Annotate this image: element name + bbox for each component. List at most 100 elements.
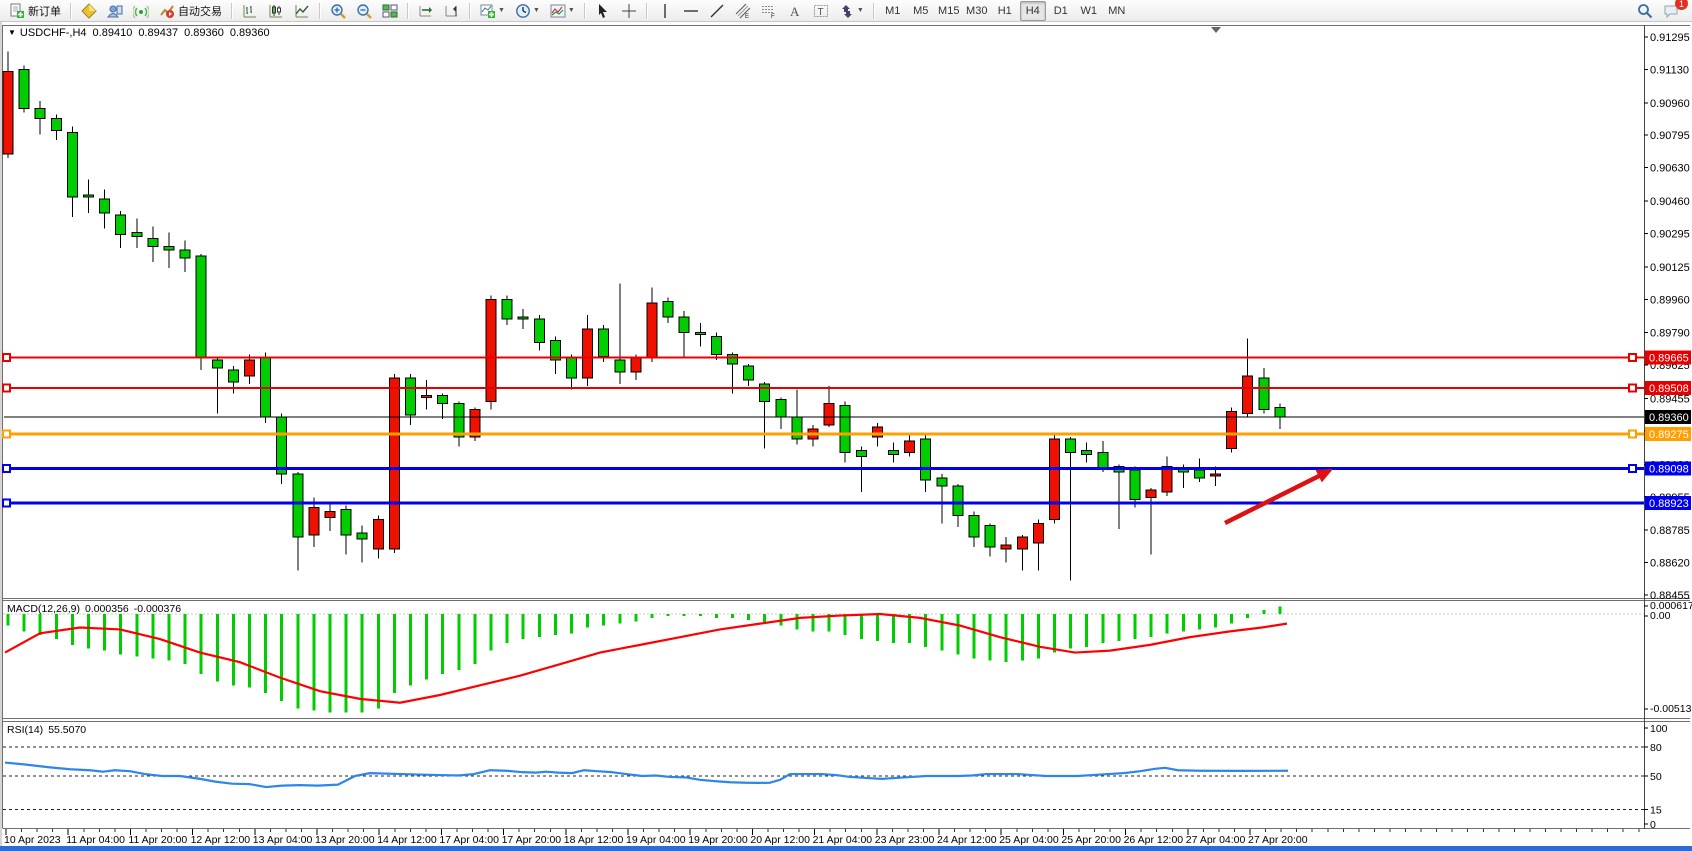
separator xyxy=(231,3,233,19)
low-value: 0.89360 xyxy=(184,27,224,39)
rsi-name: RSI(14) xyxy=(7,724,43,736)
mt4-terminal: 新订单 自动交易 xyxy=(0,0,1692,851)
market-watch-icon xyxy=(107,3,123,19)
chat-button[interactable]: 1 xyxy=(1659,0,1683,21)
bar-chart-button[interactable] xyxy=(238,0,262,21)
svg-text:E: E xyxy=(745,14,749,19)
arrows-icon xyxy=(839,3,855,19)
svg-text:0.90630: 0.90630 xyxy=(1650,163,1690,175)
search-button[interactable] xyxy=(1633,0,1657,21)
trendline-button[interactable] xyxy=(705,0,729,21)
time-axis[interactable]: 10 Apr 202311 Apr 04:0011 Apr 20:0012 Ap… xyxy=(4,829,1639,846)
svg-text:0: 0 xyxy=(1650,819,1656,831)
tab-timeframe-D1[interactable]: D1 xyxy=(1048,1,1074,21)
symbol-period: USDCHF-,H4 xyxy=(20,27,87,39)
vertical-line-icon xyxy=(657,3,673,19)
signal-icon xyxy=(133,3,149,19)
svg-text:23 Apr 23:00: 23 Apr 23:00 xyxy=(875,834,935,846)
svg-text:0.88785: 0.88785 xyxy=(1650,525,1690,537)
text-button[interactable]: A xyxy=(783,0,807,21)
svg-text:25 Apr 04:00: 25 Apr 04:00 xyxy=(999,834,1059,846)
svg-text:17 Apr 20:00: 17 Apr 20:00 xyxy=(502,834,562,846)
svg-text:80: 80 xyxy=(1650,742,1662,754)
cursor-icon xyxy=(595,3,611,19)
candlestick-chart-button[interactable] xyxy=(264,0,288,21)
candle xyxy=(470,407,480,440)
separator xyxy=(469,3,471,19)
indicators-button[interactable]: ▼ xyxy=(476,0,509,21)
chart-shift-button[interactable] xyxy=(440,0,464,21)
svg-text:F: F xyxy=(771,14,775,19)
market-watch-button[interactable] xyxy=(103,0,127,21)
new-order-button[interactable]: 新订单 xyxy=(5,0,65,21)
toolbar: 新订单 自动交易 xyxy=(0,0,1692,22)
tab-timeframe-H1[interactable]: H1 xyxy=(992,1,1018,21)
horizontal-line-icon xyxy=(683,3,699,19)
svg-text:-0.005133: -0.005133 xyxy=(1650,703,1692,715)
text-icon: A xyxy=(787,3,803,19)
auto-arrange-button[interactable] xyxy=(414,0,438,21)
tab-timeframe-M30[interactable]: M30 xyxy=(964,1,990,21)
svg-text:100: 100 xyxy=(1650,723,1668,735)
vertical-line-button[interactable] xyxy=(653,0,677,21)
svg-text:11 Apr 20:00: 11 Apr 20:00 xyxy=(128,834,187,846)
rsi-scale[interactable]: 1008050150 xyxy=(1644,723,1668,831)
chat-badge: 1 xyxy=(1675,0,1688,10)
tab-timeframe-M15[interactable]: M15 xyxy=(936,1,962,21)
metaeditor-button[interactable] xyxy=(77,0,101,21)
arrows-button[interactable]: ▼ xyxy=(835,0,868,21)
svg-text:0.89360: 0.89360 xyxy=(1649,412,1689,424)
autotrading-button[interactable]: 自动交易 xyxy=(155,0,226,21)
equidistant-channel-button[interactable]: E xyxy=(731,0,755,21)
fibonacci-button[interactable]: F xyxy=(757,0,781,21)
horizontal-line-button[interactable] xyxy=(679,0,703,21)
zoom-in-button[interactable] xyxy=(326,0,350,21)
tile-windows-button[interactable] xyxy=(378,0,402,21)
fibonacci-icon: F xyxy=(761,3,777,19)
rsi-label: RSI(14)55.5070 xyxy=(7,724,91,736)
svg-text:19 Apr 20:00: 19 Apr 20:00 xyxy=(688,834,748,846)
svg-text:0.89455: 0.89455 xyxy=(1650,394,1690,406)
candle xyxy=(277,413,287,484)
tab-timeframe-H4[interactable]: H4 xyxy=(1020,1,1046,21)
svg-text:25 Apr 20:00: 25 Apr 20:00 xyxy=(1061,834,1121,846)
svg-text:12 Apr 12:00: 12 Apr 12:00 xyxy=(191,834,251,846)
svg-text:17 Apr 04:00: 17 Apr 04:00 xyxy=(439,834,499,846)
zoom-out-button[interactable] xyxy=(352,0,376,21)
tab-timeframe-M5[interactable]: M5 xyxy=(908,1,934,21)
open-value: 0.89410 xyxy=(93,27,133,39)
search-icon xyxy=(1637,3,1653,19)
zoom-in-icon xyxy=(330,3,346,19)
periods-button[interactable]: ▼ xyxy=(511,0,544,21)
svg-text:0.00: 0.00 xyxy=(1650,610,1671,622)
tab-timeframe-MN[interactable]: MN xyxy=(1104,1,1130,21)
svg-text:0.88923: 0.88923 xyxy=(1649,498,1689,510)
candle xyxy=(196,254,206,370)
svg-text:14 Apr 12:00: 14 Apr 12:00 xyxy=(377,834,437,846)
periods-clock-icon xyxy=(515,3,531,19)
signal-button[interactable] xyxy=(129,0,153,21)
tab-timeframe-W1[interactable]: W1 xyxy=(1076,1,1102,21)
new-order-icon xyxy=(9,3,25,19)
templates-button[interactable]: ▼ xyxy=(546,0,579,21)
svg-text:0.89508: 0.89508 xyxy=(1649,383,1689,395)
svg-text:20 Apr 12:00: 20 Apr 12:00 xyxy=(750,834,810,846)
zoom-out-icon xyxy=(356,3,372,19)
trendline-icon xyxy=(709,3,725,19)
text-label-button[interactable]: T xyxy=(809,0,833,21)
line-chart-button[interactable] xyxy=(290,0,314,21)
cursor-button[interactable] xyxy=(591,0,615,21)
candle xyxy=(19,65,29,112)
close-value: 0.89360 xyxy=(230,27,270,39)
price-axis[interactable]: 0.912950.911300.909600.907950.906300.904… xyxy=(1644,32,1690,602)
tile-windows-icon xyxy=(382,3,398,19)
svg-text:13 Apr 20:00: 13 Apr 20:00 xyxy=(315,834,375,846)
chart-shift-icon xyxy=(444,3,460,19)
svg-text:50: 50 xyxy=(1650,771,1662,783)
tab-timeframe-M1[interactable]: M1 xyxy=(880,1,906,21)
separator xyxy=(646,3,648,19)
svg-text:0.89665: 0.89665 xyxy=(1649,352,1689,364)
crosshair-button[interactable] xyxy=(617,0,641,21)
macd-scale[interactable]: 0.0006170.00-0.005133 xyxy=(1644,600,1692,715)
chart-canvas[interactable]: 0.912950.911300.909600.907950.906300.904… xyxy=(0,0,1692,851)
